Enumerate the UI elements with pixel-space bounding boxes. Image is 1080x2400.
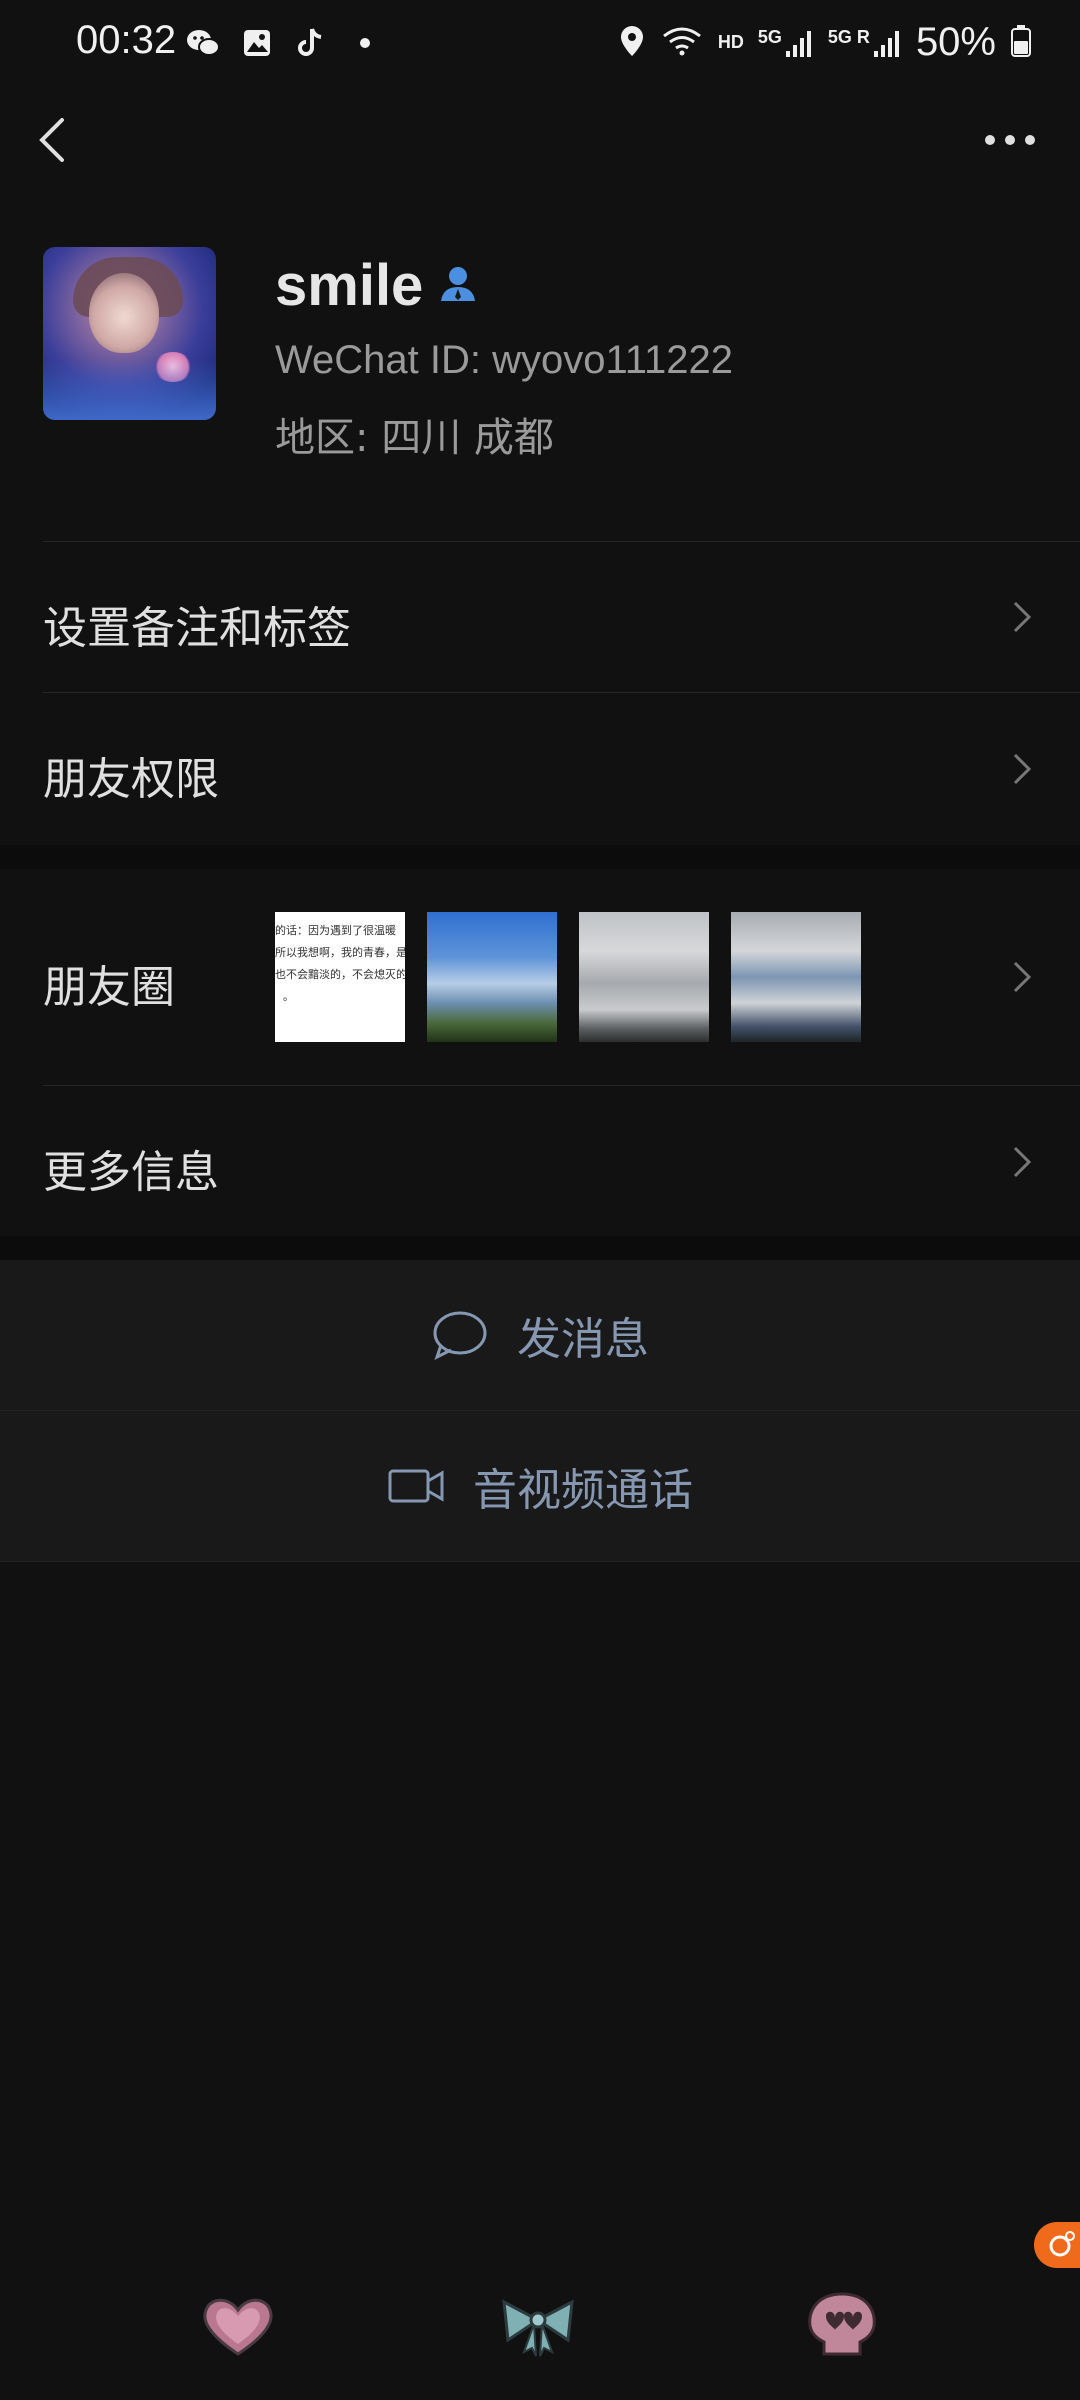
thumb-text-line: 的话：因为遇到了很温暖: [275, 924, 396, 937]
dot-icon: [348, 26, 382, 60]
bow-icon[interactable]: [498, 2290, 578, 2360]
send-message-label: 发消息: [517, 1314, 649, 1365]
chat-bubble-icon: [433, 1311, 487, 1360]
remark-label: 设置备注和标签: [43, 603, 351, 654]
chevron-left-icon: [39, 118, 64, 162]
moments-thumb-text: 的话：因为遇到了很温暖 所以我想啊，我的青春，是 也不会黯淡的，不会熄灭的 。: [275, 912, 405, 1042]
chevron-right-icon: [1013, 601, 1032, 633]
profile-name: smile: [275, 253, 424, 318]
battery-percent: 50%: [915, 20, 996, 64]
wechat-id: WeChat ID: wyovo111222: [275, 338, 734, 382]
status-time: 00:32: [76, 18, 177, 62]
more-button[interactable]: [980, 125, 1040, 155]
tiktok-icon: [294, 26, 328, 60]
thumb-text-line: 。: [283, 990, 294, 1003]
more-info-label: 更多信息: [43, 1147, 219, 1198]
assist-icon: [1049, 2231, 1075, 2257]
profile-name-row: smile: [275, 252, 479, 319]
network-5gr: 5G R: [827, 26, 870, 47]
status-right: HD 5G 5G R 50%: [618, 20, 1032, 65]
region: 地区: 四川 成都: [275, 415, 554, 461]
signal-icon: 5G: [758, 27, 814, 59]
chevron-right-icon: [1013, 961, 1032, 993]
moments-thumb-clouds: [579, 912, 709, 1042]
moments-row[interactable]: 朋友圈 的话：因为遇到了很温暖 所以我想啊，我的青春，是 也不会黯淡的，不会熄灭…: [0, 869, 1080, 1085]
wifi-icon: [660, 24, 704, 62]
skull-icon[interactable]: [802, 2290, 882, 2360]
network-5g: 5G: [757, 26, 782, 47]
contact-person-icon: [437, 252, 479, 319]
send-message-button[interactable]: 发消息: [0, 1260, 1080, 1410]
thumb-text-line: 也不会黯淡的，不会熄灭的: [275, 968, 405, 981]
moments-label: 朋友圈: [43, 962, 175, 1013]
floating-assist-button[interactable]: [1034, 2222, 1080, 2268]
battery-icon: [1010, 24, 1032, 62]
video-call-button[interactable]: 音视频通话: [0, 1411, 1080, 1561]
gallery-icon: [240, 26, 274, 60]
more-info-row[interactable]: 更多信息: [0, 1086, 1080, 1236]
video-call-label: 音视频通话: [473, 1465, 693, 1516]
status-left-icons: [186, 26, 382, 60]
chevron-right-icon: [1013, 753, 1032, 785]
heart-icon[interactable]: [198, 2290, 278, 2360]
divider: [0, 1561, 1080, 1562]
location-icon: [618, 24, 646, 62]
video-camera-icon: [388, 1469, 444, 1503]
moments-thumb-sky: [427, 912, 557, 1042]
chevron-right-icon: [1013, 1146, 1032, 1178]
moments-thumb-clouds-2: [731, 912, 861, 1042]
permissions-label: 朋友权限: [43, 754, 219, 805]
avatar[interactable]: [43, 247, 216, 420]
permissions-row[interactable]: 朋友权限: [0, 693, 1080, 845]
remark-row[interactable]: 设置备注和标签: [0, 542, 1080, 692]
network-hd: HD: [717, 32, 744, 52]
thumb-text-line: 所以我想啊，我的青春，是: [275, 946, 405, 959]
back-button[interactable]: [30, 110, 80, 170]
section-gap: [0, 1236, 1080, 1260]
section-gap: [0, 845, 1080, 869]
wechat-icon: [186, 26, 220, 60]
more-dots-icon: [985, 135, 1035, 145]
signal-icon-2: 5G R: [828, 27, 902, 59]
